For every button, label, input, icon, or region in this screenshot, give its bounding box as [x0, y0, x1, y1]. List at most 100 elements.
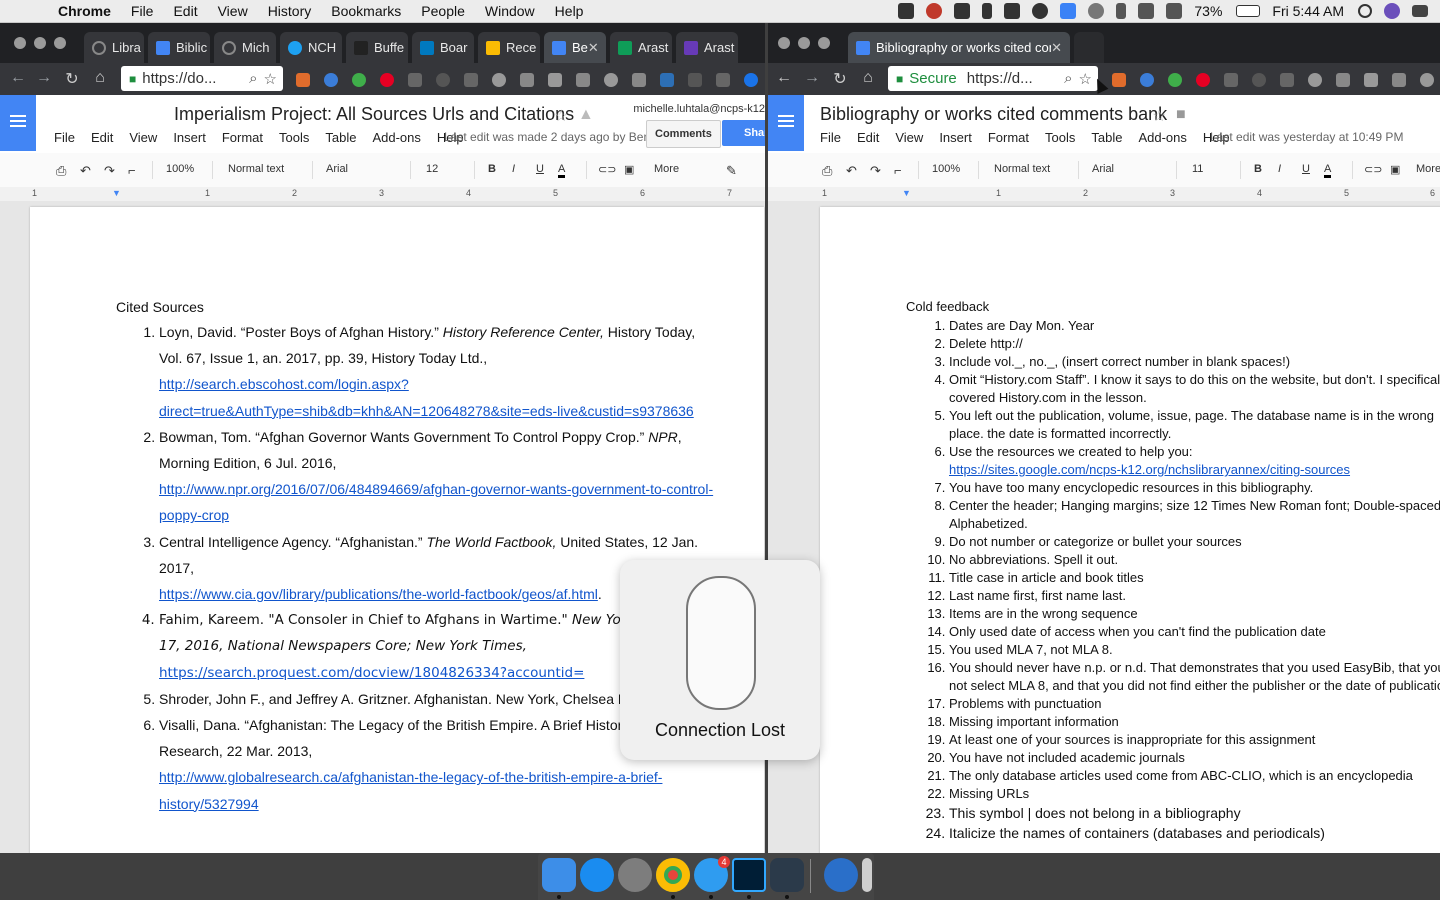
docs-menu-view[interactable]: View	[129, 130, 157, 145]
citation-link[interactable]: http://www.globalresearch.ca/afghanistan…	[159, 769, 662, 811]
star-icon[interactable]: ☆	[554, 106, 568, 126]
bold-button[interactable]: B	[488, 163, 496, 175]
window-close-button[interactable]	[14, 37, 26, 49]
extension-icon[interactable]	[576, 73, 590, 87]
docs-menu-addons[interactable]: Add-ons	[372, 130, 420, 145]
more-button[interactable]: More	[654, 163, 679, 175]
docs-menu-table[interactable]: Table	[1091, 130, 1122, 145]
home-icon[interactable]: ⌂	[90, 69, 110, 87]
photoshop-icon[interactable]	[732, 858, 766, 892]
forward-icon[interactable]: →	[802, 69, 822, 87]
adobe-icon[interactable]	[926, 3, 943, 19]
extension-icon[interactable]	[1336, 73, 1350, 87]
underline-button[interactable]: U	[536, 163, 544, 175]
home-icon[interactable]: ⌂	[858, 69, 878, 87]
docs-menu-table[interactable]: Table	[325, 130, 356, 145]
italic-button[interactable]: I	[1278, 163, 1281, 175]
system-preferences-icon[interactable]	[618, 858, 652, 892]
docs-menu-file[interactable]: File	[820, 130, 841, 145]
share-button[interactable]: Share	[722, 120, 765, 146]
wifi-icon[interactable]	[1138, 3, 1155, 19]
address-bar[interactable]: ■ https://do... ⌕ ☆	[121, 66, 283, 91]
screenflow-icon[interactable]	[770, 858, 804, 892]
browser-tab[interactable]: Buffe	[346, 32, 408, 63]
extension-icon[interactable]	[632, 73, 646, 87]
document-title[interactable]: Imperialism Project: All Sources Urls an…	[174, 104, 574, 125]
extension-icon[interactable]	[1252, 73, 1266, 87]
menu-help[interactable]: Help	[555, 3, 584, 19]
inbox-icon[interactable]	[1004, 3, 1021, 19]
zoom-select[interactable]: 100%	[932, 163, 960, 175]
downloads-globe-icon[interactable]	[824, 858, 858, 892]
citation-link[interactable]: http://www.npr.org/2016/07/06/484894669/…	[159, 481, 713, 523]
resource-link[interactable]: https://sites.google.com/ncps-k12.org/nc…	[949, 462, 1350, 477]
extension-icon[interactable]	[1112, 73, 1126, 87]
app-store-icon[interactable]	[580, 858, 614, 892]
evernote-icon[interactable]	[1032, 3, 1049, 19]
docs-menu-tools[interactable]: Tools	[1045, 130, 1075, 145]
screencast-icon[interactable]	[1060, 3, 1077, 19]
document-title[interactable]: Bibliography or works cited comments ban…	[820, 104, 1167, 125]
forward-icon[interactable]: →	[34, 69, 54, 87]
window-minimize-button[interactable]	[34, 37, 46, 49]
last-edit-link[interactable]: Last edit was yesterday at 10:49 PM	[1210, 130, 1403, 144]
underline-button[interactable]: U	[1302, 163, 1310, 175]
trash-icon[interactable]	[862, 858, 872, 892]
address-bar[interactable]: ■ Secure https://d... ⌕ ☆	[888, 66, 1098, 91]
browser-tab[interactable]: NCH	[280, 32, 342, 63]
docs-menu-insert[interactable]: Insert	[939, 130, 972, 145]
style-select[interactable]: Normal text	[228, 163, 284, 175]
back-icon[interactable]: ←	[8, 69, 28, 87]
docs-menu-format[interactable]: Format	[988, 130, 1029, 145]
pinterest-icon[interactable]	[1196, 73, 1210, 87]
menu-people[interactable]: People	[421, 3, 465, 19]
citation-link[interactable]: https://search.proquest.com/docview/1804…	[159, 665, 584, 681]
style-select[interactable]: Normal text	[994, 163, 1050, 175]
print-icon[interactable]: ⎙	[56, 163, 66, 179]
microphone-icon[interactable]	[982, 3, 993, 19]
battery-icon[interactable]	[1236, 5, 1261, 17]
bluetooth-icon[interactable]	[1116, 3, 1127, 19]
menu-bookmarks[interactable]: Bookmarks	[331, 3, 401, 19]
font-select[interactable]: Arial	[326, 163, 348, 175]
paint-format-icon[interactable]: ⌐	[128, 163, 136, 178]
font-size-select[interactable]: 11	[1192, 163, 1203, 175]
new-tab-button[interactable]	[1074, 32, 1104, 63]
menu-window[interactable]: Window	[485, 3, 535, 19]
airplay-icon[interactable]	[1166, 3, 1183, 19]
menu-edit[interactable]: Edit	[173, 3, 197, 19]
extension-icon[interactable]	[744, 73, 758, 87]
extension-icon[interactable]	[1280, 73, 1294, 87]
citation-link[interactable]: https://www.cia.gov/library/publications…	[159, 586, 598, 602]
bookmark-star-icon[interactable]: ☆	[264, 70, 277, 88]
link-icon[interactable]: ⊂⊃	[1364, 163, 1382, 176]
docs-menu-edit[interactable]: Edit	[857, 130, 879, 145]
comments-button[interactable]: Comments	[646, 120, 721, 148]
spotlight-icon[interactable]	[1358, 4, 1372, 18]
docs-menu-tools[interactable]: Tools	[279, 130, 309, 145]
editing-mode-icon[interactable]: ✎	[726, 163, 737, 179]
browser-tab-active[interactable]: Bibliography or works cited comments ban…	[848, 32, 1070, 63]
drive-folder-icon[interactable]: ▲	[578, 106, 594, 124]
docs-menu-format[interactable]: Format	[222, 130, 263, 145]
browser-tab[interactable]: Boar	[412, 32, 474, 63]
browser-tab[interactable]: Rece	[478, 32, 540, 63]
document-page[interactable]: Cold feedback Dates are Day Mon. Year De…	[820, 207, 1440, 853]
menu-file[interactable]: File	[131, 3, 154, 19]
extension-icon[interactable]	[688, 73, 702, 87]
menu-app-name[interactable]: Chrome	[58, 3, 111, 19]
extension-icon[interactable]	[324, 73, 338, 87]
reload-icon[interactable]: ↻	[62, 69, 82, 89]
comment-icon[interactable]: ▣	[624, 163, 634, 176]
finder-icon[interactable]	[542, 858, 576, 892]
time-machine-icon[interactable]	[1088, 3, 1105, 19]
browser-tab[interactable]: Mich	[214, 32, 276, 63]
browser-tab[interactable]: Arast	[676, 32, 738, 63]
tab-close-icon[interactable]: ✕	[588, 40, 599, 56]
extension-icon[interactable]	[1364, 73, 1378, 87]
drive-sync-icon[interactable]	[954, 3, 971, 19]
redo-icon[interactable]: ↷	[870, 163, 881, 179]
window-close-button[interactable]	[778, 37, 790, 49]
browser-tab-active[interactable]: Be ✕	[544, 32, 606, 63]
extension-icon[interactable]	[716, 73, 730, 87]
